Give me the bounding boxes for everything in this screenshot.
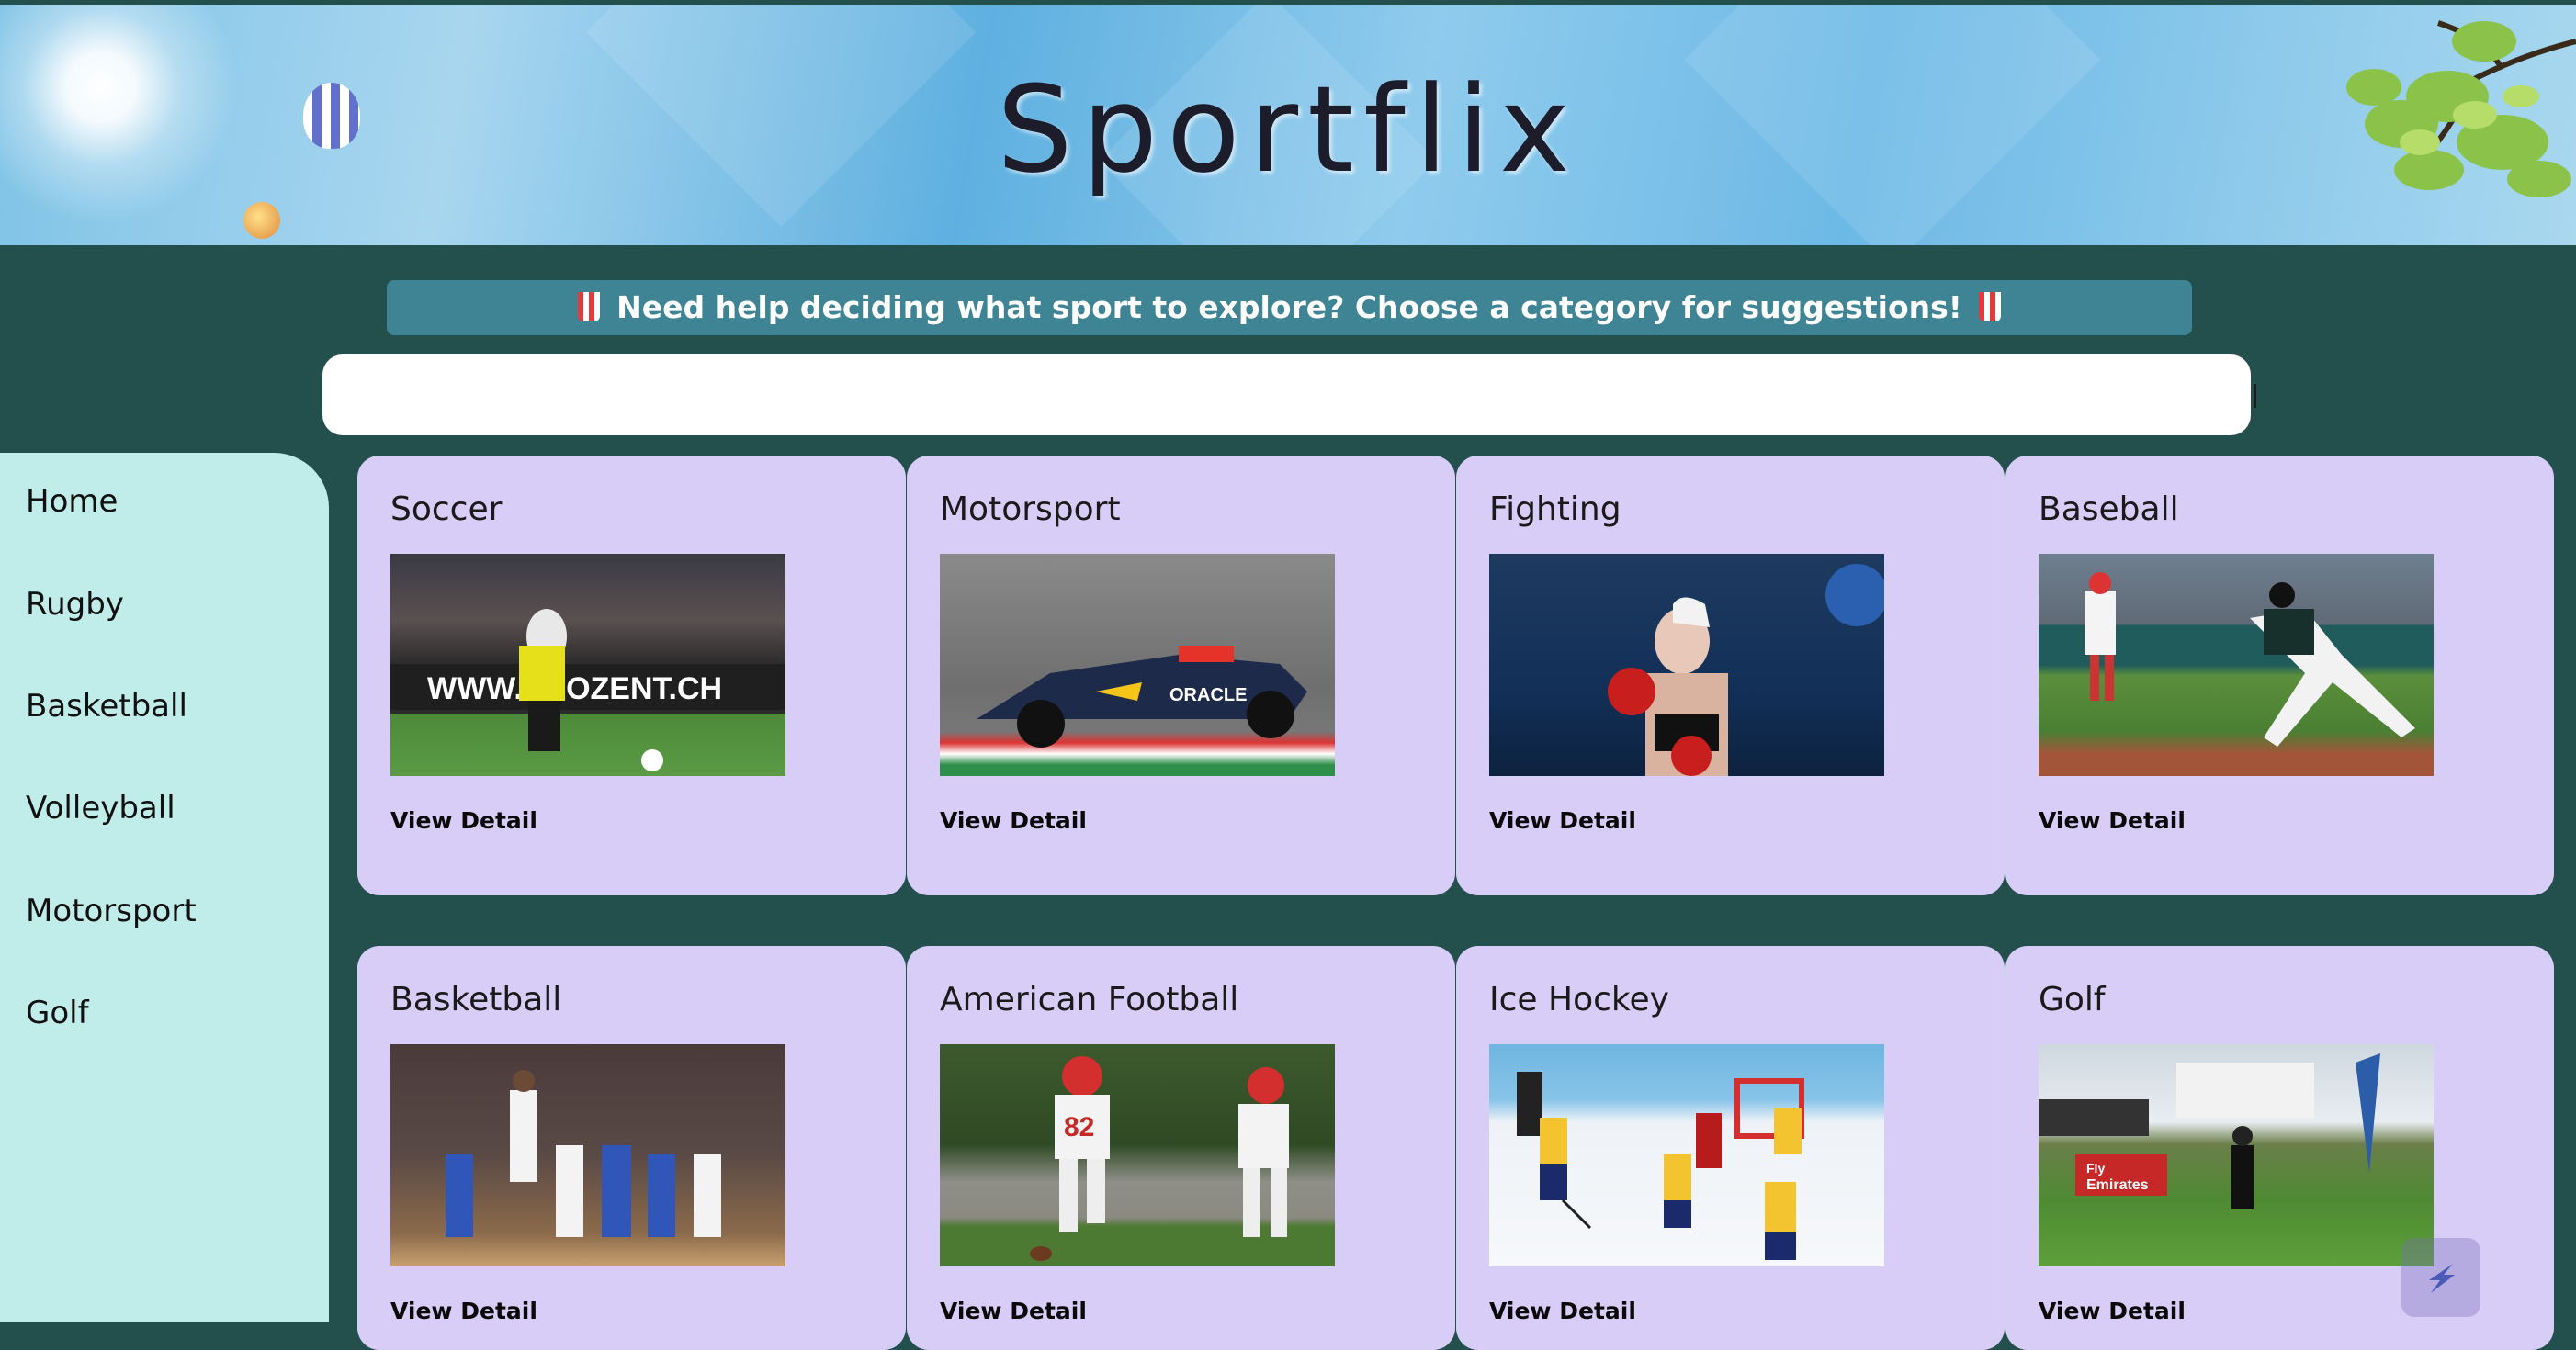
card-american-football[interactable]: American Football 82 View Detail <box>907 946 1455 1350</box>
assistant-button[interactable] <box>2401 1238 2480 1317</box>
sidebar-item-golf[interactable]: Golf <box>26 995 89 1031</box>
soccer-image: WWW.PROZENT.CH <box>390 554 785 776</box>
svg-text:82: 82 <box>1064 1112 1094 1142</box>
sidebar-item-motorsport[interactable]: Motorsport <box>26 893 197 929</box>
view-detail-link[interactable]: View Detail <box>940 807 1087 834</box>
suggestion-banner[interactable]: Need help deciding what sport to explore… <box>387 280 2192 335</box>
fighting-image <box>1489 554 1884 776</box>
basketball-image <box>390 1044 785 1266</box>
card-baseball[interactable]: Baseball View Detail <box>2005 456 2554 895</box>
baseball-image <box>2039 554 2434 776</box>
sidebar-item-volleyball[interactable]: Volleyball <box>26 790 175 827</box>
sidebar-item-rugby[interactable]: Rugby <box>26 586 124 623</box>
search-input[interactable] <box>322 354 2251 435</box>
view-detail-link[interactable]: View Detail <box>940 1298 1087 1324</box>
svg-text:Fly: Fly <box>2086 1161 2105 1176</box>
assistant-icon <box>2429 1264 2455 1293</box>
view-detail-link[interactable]: View Detail <box>390 1298 537 1324</box>
balloon-icon <box>243 202 280 239</box>
app-title: Sportflix <box>997 60 1579 199</box>
svg-text:WWW.PROZENT.CH: WWW.PROZENT.CH <box>427 671 722 706</box>
svg-text:ORACLE: ORACLE <box>1169 685 1247 705</box>
sidebar-item-home[interactable]: Home <box>26 483 118 520</box>
sidebar: Home Rugby Basketball Volleyball Motorsp… <box>0 453 329 1322</box>
card-ice-hockey[interactable]: Ice Hockey View Detail <box>1456 946 2005 1350</box>
american-football-image: 82 <box>940 1044 1335 1266</box>
search-cursor <box>2254 384 2256 408</box>
card-title: Motorsport <box>940 490 1121 528</box>
card-title: Soccer <box>390 490 503 528</box>
view-detail-link[interactable]: View Detail <box>2039 1298 2186 1324</box>
card-title: Baseball <box>2039 490 2179 528</box>
card-title: Basketball <box>390 981 562 1018</box>
view-detail-link[interactable]: View Detail <box>390 807 537 834</box>
ice-hockey-image <box>1489 1044 1884 1266</box>
view-detail-link[interactable]: View Detail <box>2039 807 2186 834</box>
card-title: Fighting <box>1489 490 1621 528</box>
card-title: American Football <box>940 981 1239 1018</box>
card-soccer[interactable]: Soccer WWW.PROZENT.CH View Detail <box>357 456 906 895</box>
card-title: Golf <box>2039 981 2106 1018</box>
header-banner: Sportflix <box>0 5 2576 245</box>
popcorn-icon <box>578 291 601 321</box>
svg-text:Emirates: Emirates <box>2086 1177 2149 1193</box>
sidebar-item-basketball[interactable]: Basketball <box>26 688 187 725</box>
card-motorsport[interactable]: Motorsport ORACLE View Detail <box>907 456 1455 895</box>
suggestion-text: Need help deciding what sport to explore… <box>616 289 1962 325</box>
view-detail-link[interactable]: View Detail <box>1489 807 1636 834</box>
card-fighting[interactable]: Fighting View Detail <box>1456 456 2005 895</box>
golf-image: Fly Emirates <box>2039 1044 2434 1266</box>
popcorn-icon <box>1978 291 2001 321</box>
card-basketball[interactable]: Basketball View Detail <box>357 946 906 1350</box>
card-title: Ice Hockey <box>1489 981 1669 1018</box>
motorsport-image: ORACLE <box>940 554 1335 776</box>
view-detail-link[interactable]: View Detail <box>1489 1298 1636 1324</box>
